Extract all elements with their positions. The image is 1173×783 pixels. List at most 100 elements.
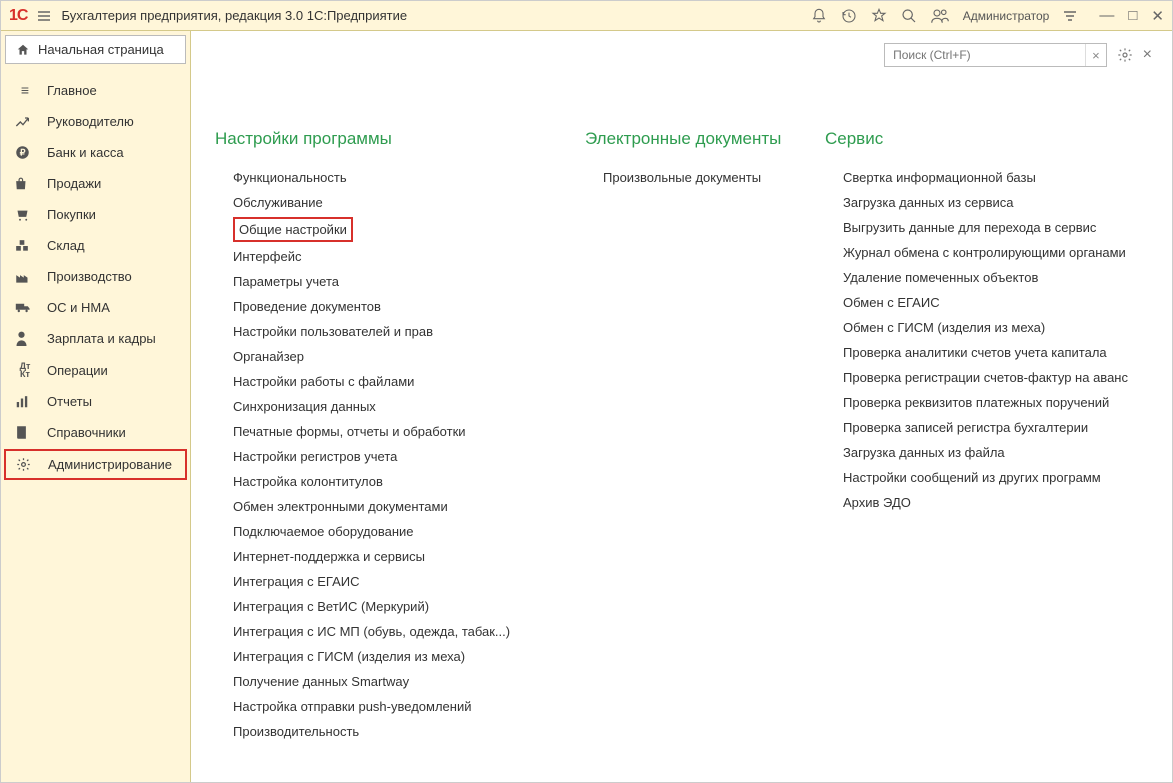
link-item[interactable]: Настройки сообщений из других программ [843, 465, 1145, 490]
link-item[interactable]: Проверка регистрации счетов-фактур на ав… [843, 365, 1145, 390]
link-item[interactable]: Свертка информационной базы [843, 165, 1145, 190]
sidebar-item-pokupki[interactable]: Покупки [1, 199, 190, 230]
link-item[interactable]: Интернет-поддержка и сервисы [233, 544, 545, 569]
boxes-icon [15, 239, 35, 253]
sidebar-item-label: Главное [47, 83, 97, 98]
settings-icon[interactable] [1117, 47, 1133, 63]
link-item[interactable]: Проверка записей регистра бухгалтерии [843, 415, 1145, 440]
truck-icon [15, 302, 35, 314]
columns: Настройки программы Функциональность Обс… [215, 129, 1148, 744]
link-item[interactable]: Обмен электронными документами [233, 494, 545, 519]
close-icon[interactable]: ✕ [1151, 7, 1164, 25]
link-item[interactable]: Журнал обмена с контролирующими органами [843, 240, 1145, 265]
link-item[interactable]: Загрузка данных из сервиса [843, 190, 1145, 215]
link-item[interactable]: Архив ЭДО [843, 490, 1145, 515]
svg-text:₽: ₽ [20, 148, 26, 158]
sidebar-item-label: Зарплата и кадры [47, 331, 156, 346]
sidebar-item-label: Руководителю [47, 114, 134, 129]
minimize-icon[interactable]: — [1099, 7, 1114, 25]
link-item[interactable]: Проведение документов [233, 294, 545, 319]
clear-icon[interactable]: × [1085, 44, 1106, 66]
app-title: Бухгалтерия предприятия, редакция 3.0 1С… [61, 8, 407, 23]
link-item[interactable]: Органайзер [233, 344, 545, 369]
sidebar-item-label: Производство [47, 269, 132, 284]
link-item[interactable]: Интеграция с ВетИС (Меркурий) [233, 594, 545, 619]
link-item[interactable]: Настройка отправки push-уведомлений [233, 694, 545, 719]
link-item[interactable]: Производительность [233, 719, 545, 744]
link-item[interactable]: Загрузка данных из файла [843, 440, 1145, 465]
link-item[interactable]: Настройки регистров учета [233, 444, 545, 469]
link-item[interactable]: Настройка колонтитулов [233, 469, 545, 494]
link-item[interactable]: Обслуживание [233, 190, 545, 215]
sidebar-item-os-nma[interactable]: ОС и НМА [1, 292, 190, 323]
user-label[interactable]: Администратор [963, 9, 1050, 23]
chart-icon [15, 395, 35, 409]
bag-icon [15, 177, 35, 191]
bell-icon[interactable] [811, 8, 827, 24]
sidebar-item-zarplata[interactable]: Зарплата и кадры [1, 323, 190, 354]
link-item[interactable]: Синхронизация данных [233, 394, 545, 419]
sidebar-item-operacii[interactable]: ДтКт Операции [1, 354, 190, 386]
service-links: Свертка информационной базы Загрузка дан… [825, 165, 1145, 515]
sidebar-item-glavnoe[interactable]: ≡ Главное [1, 74, 190, 106]
nav-items: ≡ Главное Руководителю ₽ Банк и касса Пр [1, 74, 190, 481]
panel-toolbar: × × [884, 43, 1152, 67]
sidebar-item-label: ОС и НМА [47, 300, 110, 315]
sidebar-item-bank[interactable]: ₽ Банк и касса [1, 137, 190, 168]
link-item[interactable]: Печатные формы, отчеты и обработки [233, 419, 545, 444]
content-panel: × × Настройки программы Функциональность… [191, 31, 1172, 782]
sidebar-item-spravochniki[interactable]: Справочники [1, 417, 190, 448]
home-tab[interactable]: Начальная страница [5, 35, 186, 64]
link-item[interactable]: Интеграция с ГИСМ (изделия из меха) [233, 644, 545, 669]
link-item[interactable]: Получение данных Smartway [233, 669, 545, 694]
debit-credit-icon: ДтКт [15, 362, 35, 378]
link-item[interactable]: Параметры учета [233, 269, 545, 294]
cart-icon [15, 208, 35, 222]
link-item[interactable]: Удаление помеченных объектов [843, 265, 1145, 290]
link-item[interactable]: Выгрузить данные для перехода в сервис [843, 215, 1145, 240]
link-item[interactable]: Обмен с ГИСМ (изделия из меха) [843, 315, 1145, 340]
ruble-icon: ₽ [15, 145, 35, 160]
sidebar-item-administrirovanie[interactable]: Администрирование [4, 449, 187, 480]
link-item[interactable]: Интерфейс [233, 244, 545, 269]
link-item[interactable]: Произвольные документы [603, 165, 785, 190]
history-icon[interactable] [841, 8, 857, 24]
link-item[interactable]: Функциональность [233, 165, 545, 190]
sidebar-item-proizvodstvo[interactable]: Производство [1, 261, 190, 292]
trend-icon [15, 115, 35, 129]
link-item[interactable]: Проверка реквизитов платежных поручений [843, 390, 1145, 415]
sidebar-item-otchety[interactable]: Отчеты [1, 386, 190, 417]
link-item[interactable]: Подключаемое оборудование [233, 519, 545, 544]
sidebar-item-prodazhi[interactable]: Продажи [1, 168, 190, 199]
link-item[interactable]: Проверка аналитики счетов учета капитала [843, 340, 1145, 365]
list-icon: ≡ [15, 82, 35, 98]
docs-links: Произвольные документы [585, 165, 785, 190]
link-item[interactable]: Обмен с ЕГАИС [843, 290, 1145, 315]
logo-1c: 1С [9, 7, 27, 25]
hamburger-icon[interactable] [37, 9, 51, 23]
titlebar-actions: Администратор [811, 8, 1078, 24]
sidebar-item-label: Отчеты [47, 394, 92, 409]
link-item[interactable]: Интеграция с ЕГАИС [233, 569, 545, 594]
maximize-icon[interactable]: □ [1128, 7, 1137, 25]
sidebar-item-label: Покупки [47, 207, 96, 222]
home-icon [16, 43, 30, 57]
sidebar-item-sklad[interactable]: Склад [1, 230, 190, 261]
section-title-docs: Электронные документы [585, 129, 785, 149]
search-icon[interactable] [901, 8, 917, 24]
filter-icon[interactable] [1063, 9, 1077, 23]
title-bar: 1С Бухгалтерия предприятия, редакция 3.0… [1, 1, 1172, 31]
close-panel-icon[interactable]: × [1143, 46, 1152, 64]
settings-links: Функциональность Обслуживание Общие наст… [215, 165, 545, 744]
user-icon[interactable] [931, 8, 949, 24]
link-item-obschie-nastroiki[interactable]: Общие настройки [233, 217, 353, 242]
window-controls: — □ ✕ [1099, 7, 1164, 25]
search-input[interactable] [885, 46, 1085, 64]
link-item[interactable]: Настройки работы с файлами [233, 369, 545, 394]
sidebar-item-rukovoditelyu[interactable]: Руководителю [1, 106, 190, 137]
link-item[interactable]: Настройки пользователей и прав [233, 319, 545, 344]
column-service: Сервис Свертка информационной базы Загру… [825, 129, 1145, 744]
search-box: × [884, 43, 1107, 67]
star-icon[interactable] [871, 8, 887, 24]
link-item[interactable]: Интеграция с ИС МП (обувь, одежда, табак… [233, 619, 545, 644]
